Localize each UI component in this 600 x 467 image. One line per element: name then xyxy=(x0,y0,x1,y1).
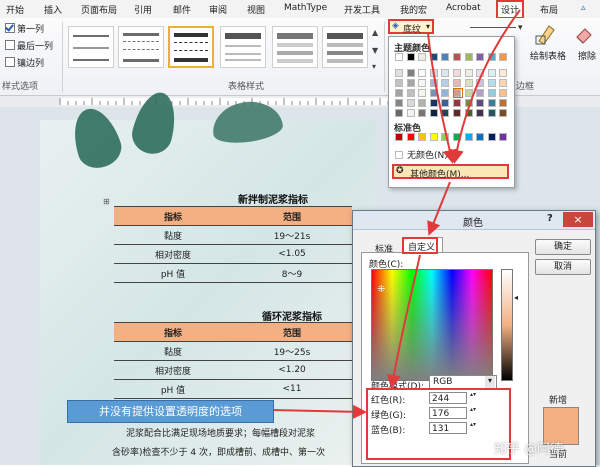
watermark: 知乎 @阿德 xyxy=(494,442,564,457)
annotation-arrows xyxy=(271,9,521,419)
annotation-callout: 并没有提供设置透明度的选项 xyxy=(67,400,274,423)
